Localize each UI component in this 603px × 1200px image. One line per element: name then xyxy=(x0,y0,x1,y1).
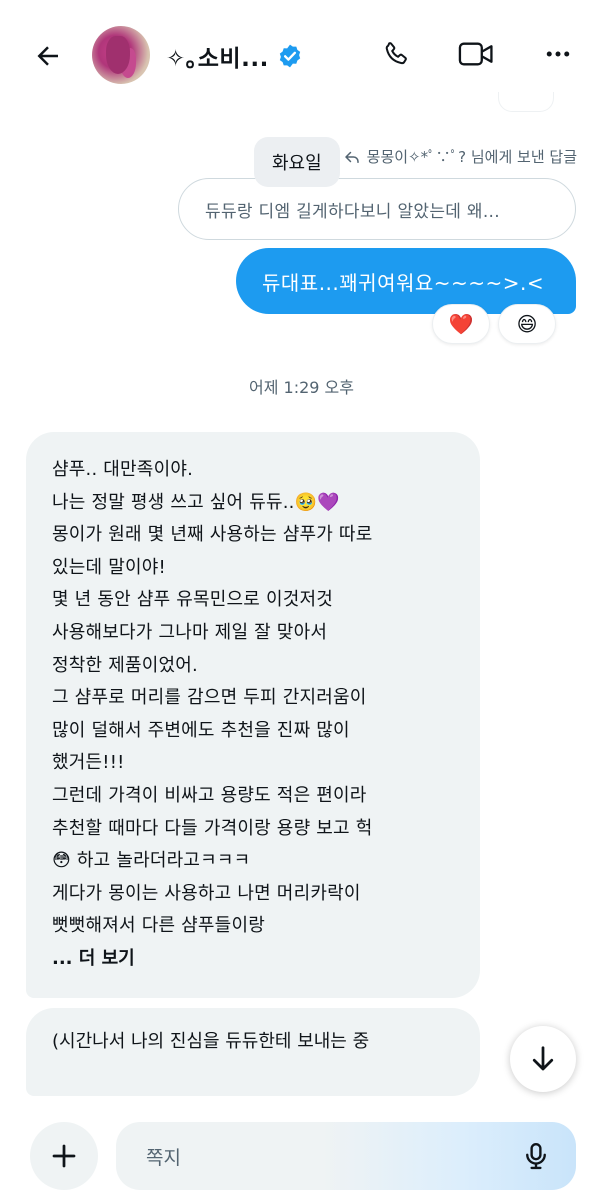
message-line: 😳 하고 놀라더라고ㅋㅋㅋ xyxy=(52,850,251,872)
message-line: 몇 년 동안 샴푸 유목민으로 이것저것 xyxy=(52,589,334,611)
message-line: 그런데 가격이 비싸고 용량도 적은 편이라 xyxy=(52,784,367,806)
received-message-bubble[interactable]: 샴푸.. 대만족이야. 나는 정말 평생 쓰고 싶어 듀듀..🥹💜 몽이가 원래… xyxy=(26,432,480,998)
verified-badge-icon xyxy=(279,44,300,68)
message-timestamp: 어제 1:29 오후 xyxy=(249,378,354,397)
message-composer: 쪽지 xyxy=(0,1108,603,1200)
message-line: 그 샴푸로 머리를 감으면 두피 간지러움이 xyxy=(52,687,367,709)
message-line: 사용해보다가 그나마 제일 잘 맞아서 xyxy=(52,621,328,643)
video-camera-icon xyxy=(458,42,493,66)
more-horizontal-icon xyxy=(546,51,570,57)
reply-context-label: 몽몽이✧*ﾟ∵ﾟ? 님에게 보낸 답글 xyxy=(366,148,577,166)
voice-message-button[interactable] xyxy=(518,1138,554,1174)
reply-context: 몽몽이✧*ﾟ∵ﾟ? 님에게 보낸 답글 xyxy=(343,146,577,167)
phone-icon xyxy=(385,42,407,65)
message-line: 뻣뻣해져서 다른 샴푸들이랑 xyxy=(52,915,265,937)
show-more-link[interactable]: ... 더 보기 xyxy=(52,943,454,976)
call-button[interactable] xyxy=(376,34,416,74)
message-line: 몽이가 원래 몇 년째 사용하는 샴푸가 따로 xyxy=(52,524,373,546)
reaction-heart[interactable]: ❤️ xyxy=(432,304,490,344)
contact-name[interactable]: ✧｡소비... xyxy=(166,39,269,73)
add-media-button[interactable] xyxy=(30,1122,98,1190)
reply-arrow-icon xyxy=(344,151,359,163)
contact-name-wrap[interactable]: ✧｡소비... xyxy=(166,38,303,74)
message-line: 많이 덜해서 주변에도 추천을 진짜 많이 xyxy=(52,719,350,741)
microphone-icon xyxy=(526,1142,546,1170)
arrow-down-icon xyxy=(532,1046,554,1071)
message-line: 추천할 때마다 다들 가격이랑 용량 보고 헉 xyxy=(52,817,373,839)
message-input-placeholder: 쪽지 xyxy=(146,1146,181,1169)
message-line: 있는데 말이야! xyxy=(52,556,166,578)
received-message-bubble-2[interactable]: (시간나서 나의 진심을 듀듀한테 보내는 중 xyxy=(26,1008,480,1096)
arrow-left-icon xyxy=(37,46,58,66)
message-line: 했거든!!! xyxy=(52,752,125,774)
plus-icon xyxy=(52,1144,76,1168)
message-line: 나는 정말 평생 쓰고 싶어 듀듀..🥹💜 xyxy=(52,491,340,513)
previous-message-bubble xyxy=(498,92,554,112)
message-line: 정착한 제품이었어. xyxy=(52,654,198,676)
message-line: 샴푸.. 대만족이야. xyxy=(52,459,194,480)
video-call-button[interactable] xyxy=(456,34,496,74)
reaction-grin[interactable]: 😄 xyxy=(498,304,556,344)
message-input[interactable]: 쪽지 xyxy=(116,1122,576,1190)
more-options-button[interactable] xyxy=(538,34,578,74)
date-divider: 화요일 xyxy=(254,137,340,187)
back-button[interactable] xyxy=(28,36,68,76)
scroll-to-bottom-button[interactable] xyxy=(510,1026,576,1092)
avatar[interactable] xyxy=(92,26,150,84)
message-line: 게다가 몽이는 사용하고 나면 머리카락이 xyxy=(52,882,361,904)
quoted-message[interactable]: 듀듀랑 디엠 길게하다보니 알았는데 왜... xyxy=(178,178,576,240)
